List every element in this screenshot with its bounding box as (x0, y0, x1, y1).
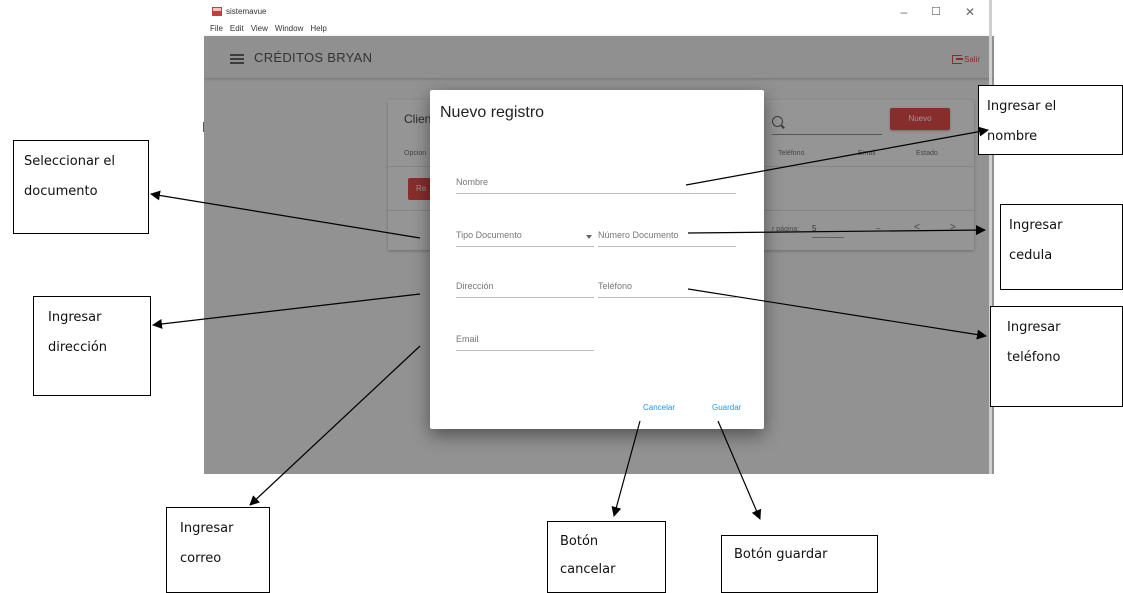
close-button[interactable]: ✕ (956, 5, 984, 19)
dialog-title: Nuevo registro (440, 104, 545, 121)
cancel-button[interactable]: Cancelar (643, 403, 675, 412)
menu-file[interactable]: File (210, 22, 223, 36)
email-field[interactable]: Email (456, 331, 594, 351)
callout-correo: Ingresar correo (166, 507, 270, 593)
tipo-documento-label: Tipo Documento (456, 230, 522, 240)
dropdown-caret-icon (586, 235, 592, 239)
email-label: Email (456, 334, 479, 344)
direccion-field[interactable]: Dirección (456, 278, 594, 298)
direccion-label: Dirección (456, 281, 494, 291)
numero-documento-label: Número Documento (598, 230, 679, 240)
menu-window[interactable]: Window (275, 22, 303, 36)
menu-bar: File Edit View Window Help (204, 22, 994, 36)
nombre-field[interactable]: Nombre (456, 174, 736, 194)
callout-direccion: Ingresar dirección (33, 296, 151, 396)
maximize-button[interactable]: ☐ (922, 5, 950, 19)
telefono-label: Teléfono (598, 281, 633, 291)
callout-telefono: Ingresar teléfono (990, 306, 1123, 407)
app-window: sistemavue – ☐ ✕ File Edit View Window H… (204, 0, 994, 474)
telefono-field[interactable]: Teléfono (598, 278, 736, 298)
save-button[interactable]: Guardar (712, 403, 741, 412)
callout-documento: Seleccionar el documento (13, 140, 149, 234)
callout-guardar: Botón guardar (721, 535, 878, 593)
callout-cancelar: Botón cancelar (547, 521, 666, 593)
menu-edit[interactable]: Edit (230, 22, 244, 36)
minimize-button[interactable]: – (890, 5, 918, 19)
menu-help[interactable]: Help (310, 22, 326, 36)
callout-nombre: Ingresar el nombre (978, 85, 1123, 155)
annotated-screenshot: sistemavue – ☐ ✕ File Edit View Window H… (0, 0, 1123, 593)
new-record-dialog: Nuevo registro Nombre Tipo Documento Núm… (430, 90, 764, 429)
menu-view[interactable]: View (251, 22, 268, 36)
numero-documento-field[interactable]: Número Documento (598, 227, 736, 247)
title-bar: sistemavue – ☐ ✕ (204, 0, 994, 22)
app-name: sistemavue (226, 7, 267, 16)
app-icon (212, 7, 222, 16)
tipo-documento-select[interactable]: Tipo Documento (456, 227, 594, 247)
window-left-marker (203, 122, 204, 132)
callout-cedula: Ingresar cedula (1000, 204, 1123, 290)
nombre-label: Nombre (456, 177, 489, 187)
